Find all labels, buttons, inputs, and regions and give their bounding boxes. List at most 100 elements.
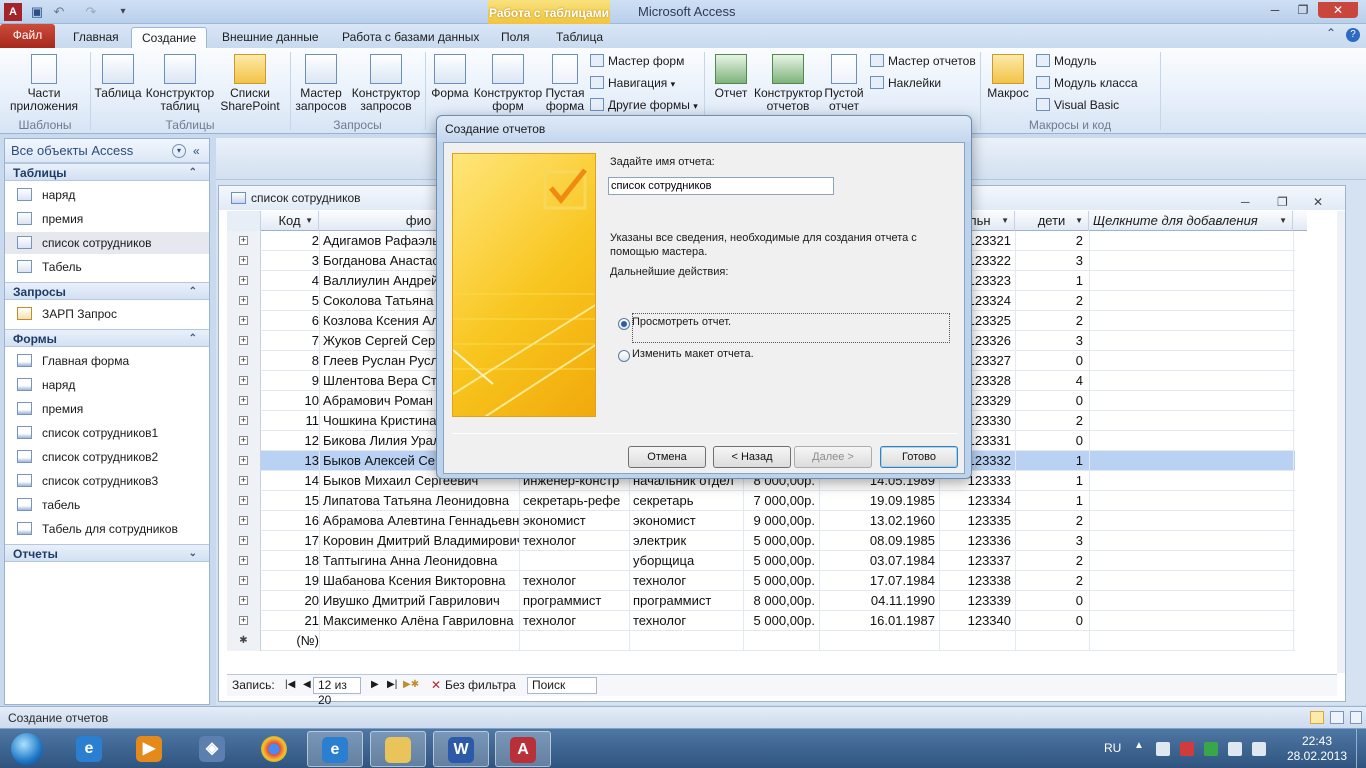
table-row[interactable]: +19 Шабанова Ксения Викторовна технолог тех… bbox=[227, 571, 1295, 591]
form-wizard-button[interactable]: Мастер форм bbox=[590, 54, 684, 68]
chevron-down-icon[interactable]: ▼ bbox=[305, 211, 313, 231]
table-cell[interactable]: 5 000,00р. bbox=[743, 531, 815, 551]
table-cell[interactable]: 2 bbox=[1015, 411, 1083, 431]
nav-group-header[interactable]: Отчеты ⌄ bbox=[5, 544, 209, 562]
row-selector[interactable]: + bbox=[227, 391, 261, 411]
table-cell[interactable]: Таптыгина Анна Леонидовна bbox=[323, 551, 519, 571]
minimize-button[interactable]: ─ bbox=[1262, 2, 1288, 18]
table-cell[interactable]: Ивушко Дмитрий Гаврилович bbox=[323, 591, 519, 611]
table-cell[interactable]: Липатова Татьяна Леонидовна bbox=[323, 491, 519, 511]
table-row[interactable]: +21 Максименко Алёна Гавриловна технолог те… bbox=[227, 611, 1295, 631]
nav-item[interactable]: Главная форма bbox=[5, 350, 209, 372]
table-cell[interactable]: 11 bbox=[261, 411, 320, 431]
table-cell[interactable]: 2 bbox=[1015, 311, 1083, 331]
expand-icon[interactable]: + bbox=[239, 536, 248, 545]
expand-icon[interactable]: + bbox=[239, 496, 248, 505]
expand-icon[interactable]: + bbox=[239, 596, 248, 605]
next-record-icon[interactable]: ▶ bbox=[371, 675, 379, 695]
table-cell[interactable]: Коровин Дмитрий Владимирович bbox=[323, 531, 519, 551]
table-cell[interactable]: секретарь bbox=[633, 491, 743, 511]
table-cell[interactable]: 12 bbox=[261, 431, 319, 451]
filter-toggle[interactable]: Без фильтра bbox=[445, 675, 516, 695]
tab-table[interactable]: Таблица bbox=[546, 27, 613, 48]
column-header-kids[interactable]: дети ▼ bbox=[1015, 211, 1089, 231]
save-icon[interactable]: ▣ bbox=[28, 3, 46, 21]
table-cell[interactable]: технолог bbox=[523, 571, 629, 591]
row-selector[interactable]: + bbox=[227, 431, 261, 451]
table-cell[interactable]: 21 bbox=[261, 611, 319, 631]
chevron-down-icon[interactable]: ⌄ bbox=[189, 545, 197, 563]
table-row[interactable]: +17 Коровин Дмитрий Владимирович технолог э… bbox=[227, 531, 1295, 551]
taskbar-ie-window[interactable]: e bbox=[307, 731, 363, 767]
first-record-icon[interactable]: |◀ bbox=[285, 675, 295, 695]
expand-icon[interactable]: + bbox=[239, 376, 248, 385]
table-cell[interactable]: 0 bbox=[1015, 431, 1083, 451]
start-button[interactable] bbox=[4, 730, 50, 768]
minimize-ribbon-icon[interactable]: ⌃ bbox=[1326, 26, 1336, 40]
expand-icon[interactable]: + bbox=[239, 396, 248, 405]
table-cell[interactable]: 2 bbox=[1015, 291, 1083, 311]
table-cell[interactable]: 123339 bbox=[939, 591, 1011, 611]
table-cell[interactable]: 17.07.1984 bbox=[819, 571, 935, 591]
table-cell[interactable]: технолог bbox=[633, 611, 743, 631]
design-view-icon[interactable] bbox=[1350, 711, 1362, 724]
expand-icon[interactable]: + bbox=[239, 436, 248, 445]
table-cell[interactable]: программист bbox=[633, 591, 743, 611]
more-forms-button[interactable]: Другие формы ▾ bbox=[590, 98, 698, 112]
language-indicator[interactable]: RU bbox=[1104, 741, 1121, 755]
row-selector[interactable]: + bbox=[227, 491, 261, 511]
taskbar-explorer[interactable] bbox=[370, 731, 426, 767]
table-cell[interactable]: 20 bbox=[261, 591, 319, 611]
table-cell[interactable]: 19.09.1985 bbox=[819, 491, 935, 511]
search-input[interactable]: Поиск bbox=[527, 677, 597, 694]
tab-home[interactable]: Главная bbox=[63, 27, 129, 48]
pivot-view-icon[interactable] bbox=[1330, 711, 1344, 724]
taskbar-word[interactable]: W bbox=[433, 731, 489, 767]
nav-group-header[interactable]: Таблицы ⌃ bbox=[5, 163, 209, 181]
tray-network-icon[interactable] bbox=[1228, 742, 1242, 756]
select-all-corner[interactable] bbox=[227, 211, 261, 231]
table-cell[interactable]: секретарь-рефе bbox=[523, 491, 629, 511]
radio-preview-label[interactable]: Просмотреть отчет. bbox=[632, 315, 731, 329]
row-selector[interactable]: + bbox=[227, 351, 261, 371]
table-cell[interactable]: электрик bbox=[633, 531, 743, 551]
nav-item[interactable]: наряд bbox=[5, 184, 209, 206]
table-cell[interactable]: 9 000,00р. bbox=[743, 511, 815, 531]
help-icon[interactable]: ? bbox=[1346, 28, 1360, 42]
table-cell[interactable]: 7 000,00р. bbox=[743, 491, 815, 511]
tab-fields[interactable]: Поля bbox=[491, 27, 540, 48]
row-selector[interactable]: + bbox=[227, 371, 261, 391]
table-cell[interactable]: 2 bbox=[1015, 511, 1083, 531]
row-selector[interactable]: + bbox=[227, 511, 261, 531]
nav-menu-icon[interactable]: ▾ bbox=[172, 144, 186, 158]
row-selector[interactable]: + bbox=[227, 331, 261, 351]
navigation-button[interactable]: Навигация ▾ bbox=[590, 76, 675, 90]
form-designer-button[interactable]: Конструктор форм bbox=[472, 50, 544, 113]
nav-item[interactable]: список сотрудников3 bbox=[5, 470, 209, 492]
tray-device-icon[interactable] bbox=[1156, 742, 1170, 756]
nav-item[interactable]: премия bbox=[5, 208, 209, 230]
table-cell[interactable]: технолог bbox=[633, 571, 743, 591]
table-row[interactable]: +15 Липатова Татьяна Леонидовна секретарь-… bbox=[227, 491, 1295, 511]
class-module-button[interactable]: Модуль класса bbox=[1036, 76, 1138, 90]
report-button[interactable]: Отчет bbox=[708, 50, 754, 100]
table-cell[interactable]: 2 bbox=[261, 231, 319, 251]
nav-item[interactable]: Табель bbox=[5, 256, 209, 278]
table-cell[interactable]: 1 bbox=[1015, 491, 1083, 511]
row-selector[interactable]: + bbox=[227, 571, 261, 591]
table-cell[interactable]: 5 000,00р. bbox=[743, 551, 815, 571]
table-cell[interactable]: 4 bbox=[261, 271, 319, 291]
query-wizard-button[interactable]: Мастер запросов bbox=[292, 50, 350, 113]
table-cell[interactable]: 13.02.1960 bbox=[819, 511, 935, 531]
nav-item[interactable]: список сотрудников1 bbox=[5, 422, 209, 444]
table-cell[interactable]: Абрамова Алевтина Геннадьевна bbox=[323, 511, 519, 531]
table-cell[interactable]: 7 bbox=[261, 331, 319, 351]
table-cell[interactable]: 1 bbox=[1015, 451, 1083, 471]
table-cell[interactable]: 123336 bbox=[939, 531, 1011, 551]
expand-icon[interactable]: + bbox=[239, 236, 248, 245]
tab-create[interactable]: Создание bbox=[131, 27, 208, 48]
maximize-button[interactable]: ❐ bbox=[1290, 2, 1316, 18]
expand-icon[interactable]: + bbox=[239, 556, 248, 565]
table-cell[interactable]: технолог bbox=[523, 531, 629, 551]
row-selector[interactable]: + bbox=[227, 531, 261, 551]
